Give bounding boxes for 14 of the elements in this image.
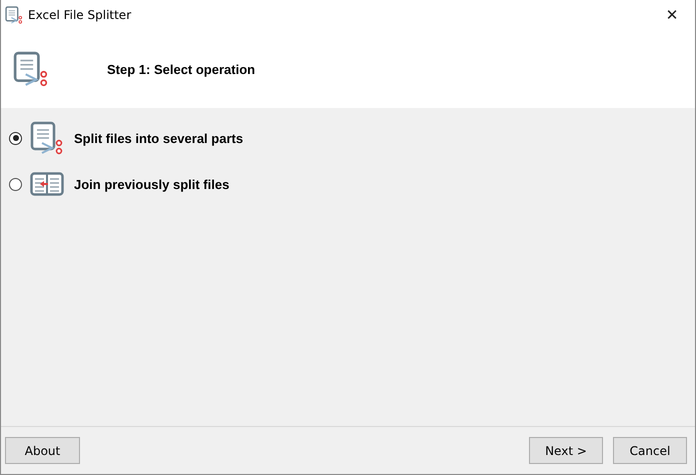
option-label[interactable]: Join previously split files [74,176,230,192]
next-button[interactable]: Next > [529,437,603,464]
step-title: Step 1: Select operation [107,62,256,76]
radio-button[interactable] [9,178,22,190]
app-icon [5,6,23,24]
radio-button[interactable] [9,132,22,144]
cancel-button[interactable]: Cancel [613,437,687,464]
option-label[interactable]: Split files into several parts [74,130,244,146]
window-title: Excel File Splitter [28,8,132,22]
book-icon [30,172,64,196]
about-button[interactable]: About [5,437,80,464]
document-icon [13,51,49,87]
close-button[interactable]: ✕ [649,0,695,30]
document-icon [30,121,64,155]
